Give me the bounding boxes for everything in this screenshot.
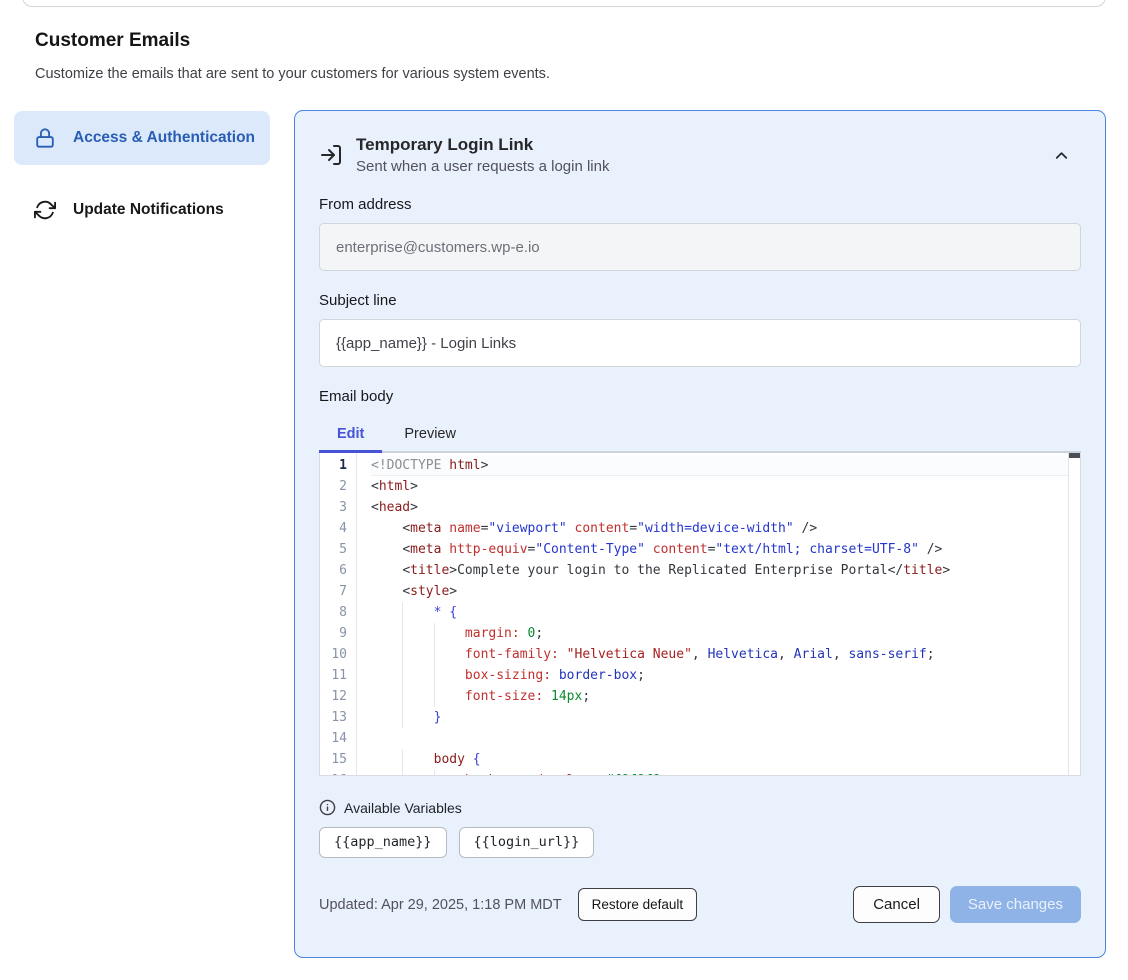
tab-edit[interactable]: Edit: [319, 417, 382, 453]
cancel-button[interactable]: Cancel: [853, 886, 940, 923]
code-line[interactable]: <style>: [371, 581, 1068, 602]
email-body-code-editor[interactable]: 12345678910111213141516 <!DOCTYPE html><…: [319, 453, 1081, 776]
restore-default-button[interactable]: Restore default: [578, 888, 698, 921]
code-line[interactable]: body {: [371, 749, 1068, 770]
sidebar-item-access-authentication[interactable]: Access & Authentication: [14, 111, 270, 165]
subject-line-label: Subject line: [319, 292, 1081, 309]
line-number: 14: [320, 728, 347, 749]
code-line[interactable]: <head>: [371, 497, 1068, 518]
info-icon: [319, 799, 336, 816]
code-line[interactable]: [371, 728, 1068, 749]
log-in-icon: [319, 143, 343, 167]
sidebar-item-label: Update Notifications: [73, 201, 224, 219]
line-number: 9: [320, 623, 347, 644]
panel-title: Temporary Login Link: [356, 135, 1035, 155]
available-variables-header: Available Variables: [319, 799, 1081, 816]
code-line[interactable]: <!DOCTYPE html>: [371, 455, 1068, 476]
collapse-panel-button[interactable]: [1048, 142, 1075, 169]
line-number: 1: [320, 455, 347, 476]
indent-guide: [402, 707, 403, 728]
editor-code-area: <!DOCTYPE html><html><head> <meta name="…: [357, 453, 1068, 775]
sidebar-item-label: Access & Authentication: [73, 126, 255, 150]
code-line[interactable]: <meta http-equiv="Content-Type" content=…: [371, 539, 1068, 560]
indent-guide: [402, 686, 403, 707]
indent-guide: [434, 665, 435, 686]
page-title: Customer Emails: [35, 30, 190, 52]
variable-chips: {{app_name}} {{login_url}}: [319, 827, 1081, 858]
code-line[interactable]: <title>Complete your login to the Replic…: [371, 560, 1068, 581]
code-line[interactable]: box-sizing: border-box;: [371, 665, 1068, 686]
email-types-sidebar: Access & Authentication Update Notificat…: [14, 111, 270, 234]
indent-guide: [434, 644, 435, 665]
code-line[interactable]: <meta name="viewport" content="width=dev…: [371, 518, 1068, 539]
indent-guide: [402, 770, 403, 775]
line-number: 13: [320, 707, 347, 728]
line-number: 8: [320, 602, 347, 623]
sidebar-item-update-notifications[interactable]: Update Notifications: [14, 186, 270, 234]
temporary-login-link-panel: Temporary Login Link Sent when a user re…: [294, 110, 1106, 958]
indent-guide: [434, 770, 435, 775]
variable-chip[interactable]: {{login_url}}: [459, 827, 595, 858]
updated-timestamp: Updated: Apr 29, 2025, 1:18 PM MDT: [319, 897, 562, 913]
code-line[interactable]: }: [371, 707, 1068, 728]
indent-guide: [402, 623, 403, 644]
refresh-icon: [34, 199, 56, 221]
from-address-label: From address: [319, 196, 1081, 213]
email-body-label: Email body: [319, 388, 1081, 405]
code-line[interactable]: * {: [371, 602, 1068, 623]
line-number: 10: [320, 644, 347, 665]
lock-icon: [34, 127, 56, 149]
indent-guide: [434, 686, 435, 707]
line-number: 7: [320, 581, 347, 602]
panel-subtitle: Sent when a user requests a login link: [356, 158, 1035, 175]
code-line[interactable]: background-color: #f9f9f9;: [371, 770, 1068, 775]
indent-guide: [402, 644, 403, 665]
indent-guide: [434, 623, 435, 644]
subject-line-input[interactable]: [319, 319, 1081, 367]
line-number: 2: [320, 476, 347, 497]
code-line[interactable]: font-size: 14px;: [371, 686, 1068, 707]
code-line[interactable]: margin: 0;: [371, 623, 1068, 644]
editor-line-numbers: 12345678910111213141516: [320, 453, 357, 775]
line-number: 12: [320, 686, 347, 707]
chevron-up-icon: [1052, 146, 1071, 165]
line-number: 4: [320, 518, 347, 539]
email-body-tabbar: Edit Preview: [319, 417, 1081, 453]
editor-scrollbar[interactable]: [1068, 453, 1080, 775]
page-subtitle: Customize the emails that are sent to yo…: [35, 66, 550, 82]
code-line[interactable]: font-family: "Helvetica Neue", Helvetica…: [371, 644, 1068, 665]
editor-scrollbar-thumb[interactable]: [1069, 453, 1081, 458]
panel-header: Temporary Login Link Sent when a user re…: [319, 135, 1081, 175]
line-number: 6: [320, 560, 347, 581]
previous-card-bottom-edge: [22, 0, 1106, 7]
indent-guide: [402, 665, 403, 686]
panel-footer: Updated: Apr 29, 2025, 1:18 PM MDT Resto…: [319, 886, 1081, 923]
from-address-input: [319, 223, 1081, 271]
line-number: 5: [320, 539, 347, 560]
indent-guide: [402, 602, 403, 623]
line-number: 11: [320, 665, 347, 686]
code-line[interactable]: <html>: [371, 476, 1068, 497]
available-variables-label: Available Variables: [344, 800, 462, 816]
variable-chip[interactable]: {{app_name}}: [319, 827, 447, 858]
save-changes-button[interactable]: Save changes: [950, 886, 1081, 923]
line-number: 15: [320, 749, 347, 770]
tab-preview[interactable]: Preview: [386, 417, 474, 453]
indent-guide: [402, 749, 403, 770]
line-number: 3: [320, 497, 347, 518]
line-number: 16: [320, 770, 347, 776]
